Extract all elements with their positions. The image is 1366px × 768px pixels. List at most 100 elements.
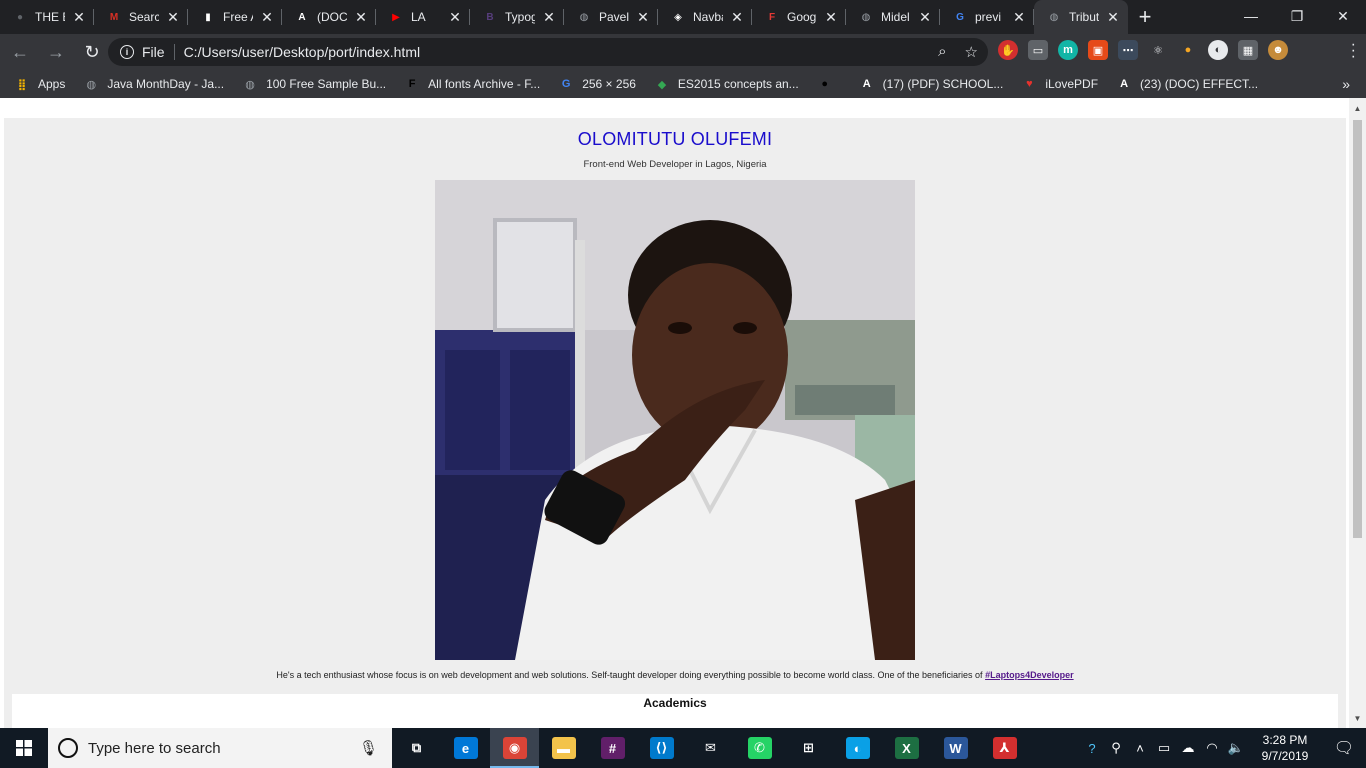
tab-favicon-icon: ▶ bbox=[392, 11, 400, 23]
browser-tab[interactable]: ▮ Free A ✕ bbox=[188, 0, 282, 34]
close-tab-icon[interactable]: ✕ bbox=[730, 9, 744, 26]
close-tab-icon[interactable]: ✕ bbox=[1012, 9, 1026, 26]
profile-photo bbox=[435, 180, 915, 660]
address-url[interactable]: C:/Users/user/Desktop/port/index.html bbox=[184, 44, 421, 60]
bookmark-label: All fonts Archive - F... bbox=[428, 77, 541, 91]
extension-m-icon[interactable]: m bbox=[1058, 40, 1078, 60]
tab-title: Free A bbox=[223, 10, 253, 24]
help-icon[interactable]: ? bbox=[1080, 741, 1104, 756]
academia-icon: A bbox=[862, 78, 871, 90]
bookmark-item[interactable]: ◍ 100 Free Sample Bu... bbox=[242, 76, 386, 92]
react-devtools-icon[interactable]: ⚛ bbox=[1148, 40, 1168, 60]
onedrive-icon[interactable]: ☁ bbox=[1176, 740, 1200, 756]
close-tab-icon[interactable]: ✕ bbox=[260, 9, 274, 26]
tab-title: Typog bbox=[505, 10, 535, 24]
taskbar-app-button[interactable]: X bbox=[882, 728, 931, 768]
bookmark-star-icon[interactable]: ☆ bbox=[965, 43, 978, 61]
close-tab-icon[interactable]: ✕ bbox=[824, 9, 838, 26]
close-window-button[interactable]: ✕ bbox=[1320, 0, 1366, 32]
close-tab-icon[interactable]: ✕ bbox=[918, 9, 932, 26]
excel-icon: X bbox=[894, 737, 919, 759]
bookmark-item[interactable]: ◆ ES2015 concepts an... bbox=[654, 76, 799, 92]
browser-tab[interactable]: ◈ Navba ✕ bbox=[658, 0, 752, 34]
extension-icon[interactable]: ▦ bbox=[1238, 40, 1258, 60]
bookmark-label: iLovePDF bbox=[1045, 77, 1099, 91]
extension-icon[interactable]: ⋯ bbox=[1118, 40, 1138, 60]
notifications-icon[interactable]: 🗨 bbox=[1322, 738, 1366, 758]
scroll-down-icon[interactable]: ▼ bbox=[1349, 710, 1366, 726]
bookmark-item[interactable]: F All fonts Archive - F... bbox=[404, 76, 540, 92]
browser-tab[interactable]: ◍ Midel ✕ bbox=[846, 0, 940, 34]
window-controls: — ❐ ✕ bbox=[1228, 0, 1366, 32]
taskbar-clock[interactable]: 3:28 PM 9/7/2019 bbox=[1248, 732, 1322, 764]
back-button[interactable]: ← bbox=[4, 36, 36, 68]
volume-icon[interactable]: 🔈 bbox=[1224, 740, 1248, 756]
close-tab-icon[interactable]: ✕ bbox=[354, 9, 368, 26]
taskbar-app-button[interactable]: ◉ bbox=[490, 728, 539, 768]
wifi-icon[interactable]: ◠ bbox=[1200, 740, 1224, 756]
taskbar-app-button[interactable]: ⟨⟩ bbox=[637, 728, 686, 768]
tray-overflow-icon[interactable]: ˄ bbox=[1128, 741, 1152, 756]
taskbar-app-button[interactable]: # bbox=[588, 728, 637, 768]
bookmarks-overflow-button[interactable]: » bbox=[1342, 76, 1350, 92]
browser-tab[interactable]: A (DOC) ✕ bbox=[282, 0, 376, 34]
taskbar-app-button[interactable]: ⧉ bbox=[392, 728, 441, 768]
browser-tab[interactable]: ● THE E ✕ bbox=[0, 0, 94, 34]
bookmark-item[interactable]: ● bbox=[817, 76, 841, 92]
extension-icon[interactable]: ▭ bbox=[1028, 40, 1048, 60]
info-icon[interactable]: i bbox=[120, 45, 134, 59]
browser-tab[interactable]: M Search ✕ bbox=[94, 0, 188, 34]
bookmark-item[interactable]: ♥ iLovePDF bbox=[1021, 76, 1098, 92]
microphone-icon[interactable]: 🎙 bbox=[359, 739, 378, 757]
close-tab-icon[interactable]: ✕ bbox=[72, 9, 86, 26]
taskbar-app-button[interactable]: ✉ bbox=[686, 728, 735, 768]
browser-tab[interactable]: ◍ Pavel ✕ bbox=[564, 0, 658, 34]
close-tab-icon[interactable]: ✕ bbox=[636, 9, 650, 26]
forward-button[interactable]: → bbox=[40, 36, 72, 68]
taskbar-app-button[interactable]: ⅄ bbox=[980, 728, 1029, 768]
browser-tab[interactable]: Gprevi ✕ bbox=[940, 0, 1034, 34]
taskbar-app-button[interactable]: ✆ bbox=[735, 728, 784, 768]
bookmark-item[interactable]: G 256 × 256 bbox=[558, 76, 636, 92]
close-tab-icon[interactable]: ✕ bbox=[166, 9, 180, 26]
browser-tab[interactable]: F Goog ✕ bbox=[752, 0, 846, 34]
browser-tab[interactable]: ◍ Tribut ✕ bbox=[1034, 0, 1128, 34]
zoom-icon[interactable]: ⌕ bbox=[938, 43, 946, 61]
chrome-menu-icon[interactable]: · · · bbox=[1351, 37, 1356, 65]
page-scrollbar[interactable]: ▲ ▼ bbox=[1349, 98, 1366, 728]
restore-button[interactable]: ❐ bbox=[1274, 0, 1320, 32]
bookmark-item[interactable]: A (23) (DOC) EFFECT... bbox=[1116, 76, 1258, 92]
profile-avatar[interactable]: ☻ bbox=[1268, 40, 1288, 60]
browser-tab[interactable]: B Typog ✕ bbox=[470, 0, 564, 34]
taskbar-app-button[interactable]: ⊞ bbox=[784, 728, 833, 768]
scrollbar-thumb[interactable] bbox=[1353, 120, 1362, 538]
bookmark-item[interactable]: ⣿ Apps bbox=[14, 76, 66, 92]
laptops4developer-link[interactable]: #Laptops4Developer bbox=[985, 670, 1074, 680]
address-bar[interactable]: i File C:/Users/user/Desktop/port/index.… bbox=[108, 38, 988, 66]
minimize-button[interactable]: — bbox=[1228, 0, 1274, 32]
slack-icon: # bbox=[600, 737, 625, 759]
close-tab-icon[interactable]: ✕ bbox=[448, 9, 462, 26]
reload-button[interactable]: ↻ bbox=[76, 36, 108, 68]
extension-icon[interactable]: ◐ bbox=[1208, 40, 1228, 60]
taskbar-app-button[interactable]: ◐ bbox=[833, 728, 882, 768]
battery-icon[interactable]: ▭ bbox=[1152, 740, 1176, 756]
tab-favicon-icon: ◍ bbox=[861, 11, 871, 23]
close-tab-icon[interactable]: ✕ bbox=[1106, 9, 1120, 26]
taskbar-app-button[interactable]: W bbox=[931, 728, 980, 768]
academics-section: Academics bbox=[12, 694, 1338, 728]
taskbar-search-input[interactable]: Type here to search 🎙 bbox=[48, 728, 392, 768]
start-button[interactable] bbox=[0, 728, 48, 768]
new-tab-button[interactable]: + bbox=[1128, 0, 1162, 34]
people-icon[interactable]: ⚲ bbox=[1104, 740, 1128, 756]
close-tab-icon[interactable]: ✕ bbox=[542, 9, 556, 26]
adblock-extension-icon[interactable]: ✋ bbox=[998, 40, 1018, 60]
browser-tab[interactable]: ▶ LA ✕ bbox=[376, 0, 470, 34]
extension-icon[interactable]: ● bbox=[1178, 40, 1198, 60]
bookmark-item[interactable]: ◍ Java MonthDay - Ja... bbox=[83, 76, 225, 92]
taskbar-app-button[interactable]: e bbox=[441, 728, 490, 768]
taskbar-app-button[interactable]: ▬ bbox=[539, 728, 588, 768]
scroll-up-icon[interactable]: ▲ bbox=[1349, 100, 1366, 116]
bookmark-item[interactable]: A (17) (PDF) SCHOOL... bbox=[859, 76, 1004, 92]
extension-icon[interactable]: ▣ bbox=[1088, 40, 1108, 60]
